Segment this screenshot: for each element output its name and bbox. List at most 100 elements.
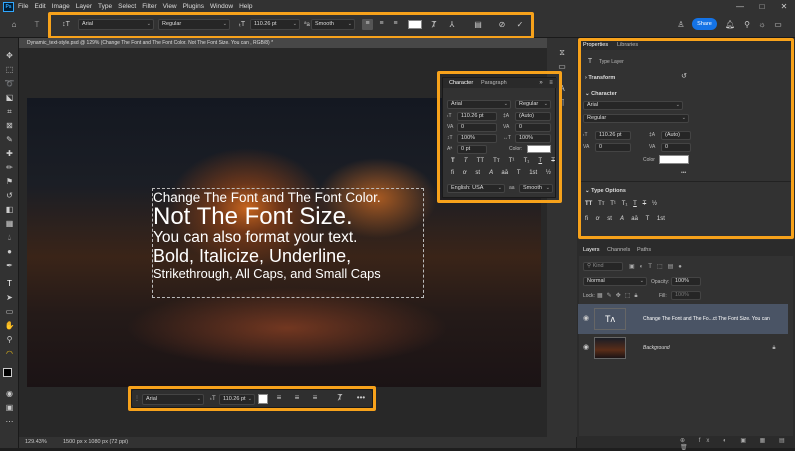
- blur-tool-icon[interactable]: 💧︎: [4, 232, 15, 243]
- eye-visibility-icon[interactable]: ◉: [582, 343, 590, 353]
- maximize-button[interactable]: □: [751, 0, 773, 13]
- text-color-swatch[interactable]: [408, 20, 422, 29]
- discover-icon[interactable]: ☼: [757, 20, 767, 30]
- panel-menu-icon[interactable]: ≡: [547, 78, 555, 88]
- lock-icons[interactable]: ▦✎✥⬚🔒︎: [597, 292, 642, 300]
- ai-tool-icon[interactable]: ◠: [4, 348, 15, 359]
- layer-name-text[interactable]: Change The Font and The Fo...ct The Font…: [643, 316, 783, 322]
- menu-select[interactable]: Select: [118, 3, 136, 10]
- char-font-family-dropdown[interactable]: Arial ⌄: [447, 100, 511, 109]
- stamp-tool-icon[interactable]: ⚑: [4, 176, 15, 187]
- warp-text-icon[interactable]: Ⱦ: [428, 20, 440, 30]
- align-center-icon[interactable]: ≡: [376, 19, 387, 29]
- prop-color-swatch[interactable]: [659, 155, 689, 164]
- menu-file[interactable]: File: [18, 3, 28, 10]
- tab-properties[interactable]: Properties: [583, 40, 608, 50]
- fill-field[interactable]: 100%: [671, 291, 701, 300]
- faux-bold-button[interactable]: T: [451, 158, 455, 164]
- character-panel-icon[interactable]: A: [557, 84, 567, 94]
- lasso-tool-icon[interactable]: ➰: [4, 78, 15, 89]
- prop-size-field[interactable]: 110.26 pt: [595, 131, 631, 140]
- marquee-tool-icon[interactable]: ⬚: [4, 64, 15, 75]
- align-right-icon[interactable]: ≡: [310, 393, 320, 403]
- crop-tool-icon[interactable]: ⌗: [4, 106, 15, 117]
- cancel-icon[interactable]: ⊘: [496, 20, 508, 30]
- eyedropper-tool-icon[interactable]: ✎: [4, 134, 15, 145]
- fraction-icon[interactable]: 1st: [529, 170, 537, 177]
- char-baseline-field[interactable]: 0 pt: [457, 145, 487, 154]
- superscript-button[interactable]: T¹: [509, 158, 515, 164]
- edit-toolbar-icon[interactable]: ⋯: [4, 416, 15, 427]
- oldstyle-icon[interactable]: ơ: [463, 170, 467, 177]
- eraser-tool-icon[interactable]: ◧: [4, 204, 15, 215]
- antialias-dropdown[interactable]: Smooth ⌄: [311, 19, 355, 30]
- tab-channels[interactable]: Channels: [607, 245, 630, 255]
- home-icon[interactable]: ⌂: [8, 20, 20, 30]
- tab-paths[interactable]: Paths: [637, 245, 651, 255]
- type-options-section-header[interactable]: ⌄ Type Options: [585, 188, 626, 194]
- character-section-header[interactable]: ⌄ Character: [585, 91, 617, 97]
- pen-tool-icon[interactable]: ✒: [4, 260, 15, 271]
- char-antialias-dropdown[interactable]: Smooth ⌄: [519, 184, 553, 193]
- menu-type[interactable]: Type: [98, 3, 112, 10]
- object-select-tool-icon[interactable]: ⬕: [4, 92, 15, 103]
- zoom-level[interactable]: 129.43%: [25, 437, 47, 448]
- eye-visibility-icon[interactable]: ◉: [582, 314, 590, 324]
- menu-help[interactable]: Help: [239, 3, 252, 10]
- type-tool-icon[interactable]: T: [32, 20, 42, 30]
- layer-filter-icons[interactable]: ▣◐T⬚▤●: [629, 263, 687, 270]
- fraction-icon[interactable]: 1st: [657, 216, 665, 223]
- move-tool-icon[interactable]: ✥: [4, 50, 15, 61]
- workspace-icon[interactable]: ▭: [773, 20, 783, 30]
- ctx-color-swatch[interactable]: [258, 394, 268, 404]
- collapse-icon[interactable]: »: [537, 78, 545, 88]
- language-dropdown[interactable]: English: USA ⌄: [447, 184, 505, 193]
- underline-button[interactable]: T: [633, 201, 637, 207]
- tab-layers[interactable]: Layers: [583, 245, 600, 255]
- layers-bottom-icons[interactable]: ⊕ fx ◐ ▣ ▦ ▤ 🗑︎: [680, 437, 795, 451]
- char-color-swatch[interactable]: [527, 145, 551, 153]
- document-tab[interactable]: Dynamic_text-style.psd @ 129% (Change Th…: [19, 38, 547, 48]
- faux-bold-button[interactable]: TT: [585, 201, 592, 207]
- healing-tool-icon[interactable]: ✚: [4, 148, 15, 159]
- char-leading-field[interactable]: (Auto): [515, 112, 551, 121]
- transform-section-header[interactable]: › Transform: [585, 75, 615, 81]
- menu-image[interactable]: Image: [52, 3, 70, 10]
- search-icon[interactable]: ⚲: [742, 20, 752, 30]
- alternates-icon[interactable]: 𝐴: [489, 170, 493, 177]
- dodge-tool-icon[interactable]: ●: [4, 246, 15, 257]
- history-brush-icon[interactable]: ↺: [4, 190, 15, 201]
- superscript-button[interactable]: T¹: [610, 201, 616, 207]
- subscript-button[interactable]: T₁: [524, 158, 530, 164]
- all-caps-button[interactable]: TT: [477, 158, 484, 164]
- align-left-icon[interactable]: ≡: [274, 393, 284, 403]
- titling-icon[interactable]: aā: [631, 216, 638, 223]
- frame-tool-icon[interactable]: ⊠: [4, 120, 15, 131]
- ordinal-icon[interactable]: T: [517, 170, 521, 177]
- titling-icon[interactable]: aā: [501, 170, 508, 177]
- swash-icon[interactable]: st: [475, 170, 480, 177]
- prop-font-style-dropdown[interactable]: Regular ⌄: [583, 114, 689, 123]
- ctx-font-size-dropdown[interactable]: 110.26 pt ⌄: [219, 394, 255, 405]
- character-style-icon[interactable]: ⅄: [446, 20, 458, 30]
- path-select-icon[interactable]: ➤: [4, 292, 15, 303]
- ligature-icon[interactable]: ﬁ: [585, 216, 588, 223]
- font-size-dropdown[interactable]: 110.26 pt ⌄: [250, 19, 300, 30]
- menu-edit[interactable]: Edit: [34, 3, 45, 10]
- reset-transform-icon[interactable]: ↺: [679, 72, 689, 82]
- menu-filter[interactable]: Filter: [142, 3, 156, 10]
- minimize-button[interactable]: —: [729, 0, 751, 13]
- menu-plugins[interactable]: Plugins: [183, 3, 204, 10]
- quick-mask-icon[interactable]: ◉: [4, 388, 15, 399]
- share-button[interactable]: Share: [692, 18, 717, 30]
- small-caps-button[interactable]: Tт: [493, 158, 499, 164]
- menu-view[interactable]: View: [163, 3, 177, 10]
- notifications-icon[interactable]: 🔔︎: [725, 20, 735, 30]
- opacity-field[interactable]: 100%: [671, 277, 701, 286]
- comments-panel-icon[interactable]: ▭: [557, 62, 567, 72]
- char-font-style-dropdown[interactable]: Regular ⌄: [515, 100, 551, 109]
- char-vscale-field[interactable]: 100%: [457, 134, 497, 143]
- layer-name-background[interactable]: Background: [643, 345, 670, 351]
- shape-tool-icon[interactable]: ▭: [4, 306, 15, 317]
- gradient-tool-icon[interactable]: ▦: [4, 218, 15, 229]
